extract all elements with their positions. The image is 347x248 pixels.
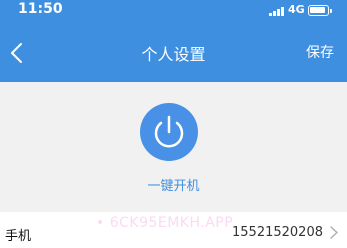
page-title: 个人设置: [141, 45, 206, 64]
status-time: 11:50: [18, 1, 63, 17]
phone-value: 15521520208: [232, 225, 323, 240]
signal-bars-icon: [269, 7, 284, 16]
power-on-button[interactable]: [140, 103, 198, 161]
power-icon: [154, 115, 184, 148]
chevron-right-icon: [330, 226, 338, 239]
battery-icon: [308, 5, 329, 16]
network-type: 4G: [288, 3, 305, 16]
save-button[interactable]: 保存: [306, 42, 334, 62]
app-header: 11:50 4G 个人设置 保存: [0, 0, 347, 82]
battery-tip: [330, 9, 332, 13]
power-on-label: 一键开机: [147, 179, 200, 194]
phone-label: 手机: [5, 229, 32, 244]
watermark: • 6CK95EMKH.APP: [96, 215, 234, 231]
main-content: 一键开机: [0, 82, 347, 212]
status-bar: 11:50 4G: [0, 0, 347, 24]
nav-bar: 个人设置 保存: [0, 24, 347, 82]
